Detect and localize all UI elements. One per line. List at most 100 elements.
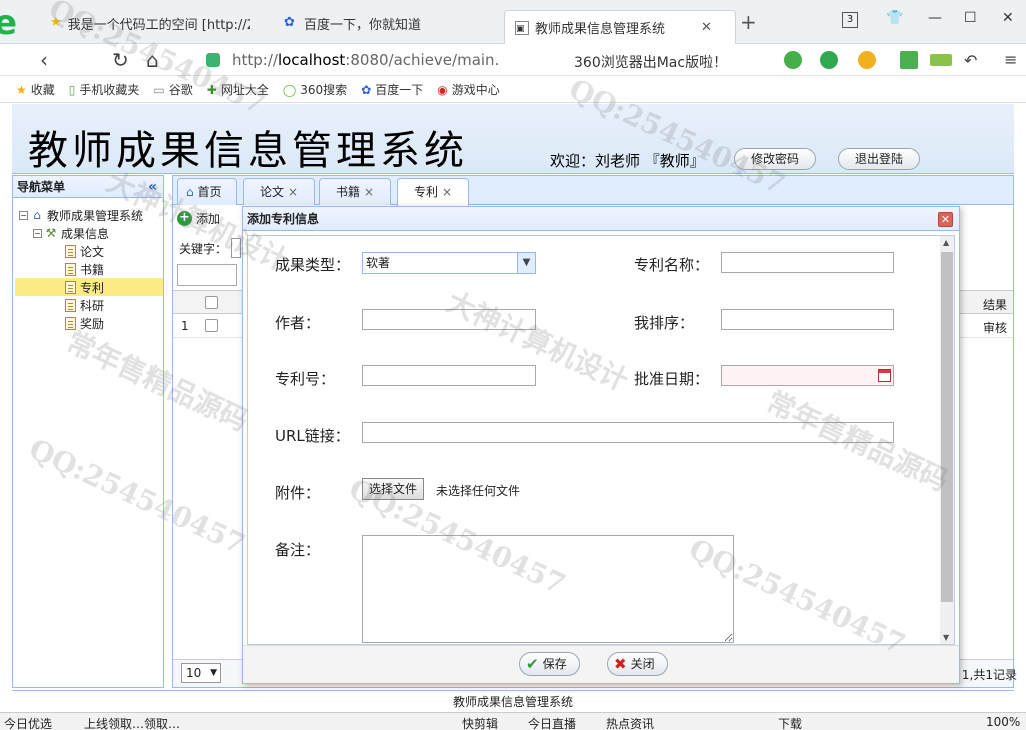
keyword-input[interactable] [231, 238, 241, 258]
maximize-icon[interactable]: ☐ [964, 10, 977, 26]
close-tab-icon[interactable]: × [288, 185, 298, 199]
translate-icon[interactable] [820, 51, 838, 69]
patent-name-field[interactable] [721, 252, 894, 273]
search-field[interactable] [177, 264, 237, 286]
choose-file-button[interactable]: 选择文件 [362, 478, 425, 500]
collapse-icon[interactable]: « [148, 176, 157, 198]
scrollbar-thumb[interactable] [941, 252, 953, 602]
back-icon[interactable]: ‹ [40, 48, 48, 72]
close-button[interactable]: ✖ 关闭 [607, 652, 668, 676]
tab-patents[interactable]: 专利 × [397, 178, 469, 206]
tab-papers[interactable]: 论文 × [243, 178, 315, 205]
dialog-scrollbar[interactable]: ▲ ▼ [940, 236, 954, 644]
bookmark-games[interactable]: ◉ 游戏中心 [437, 81, 500, 98]
nav-item-label: 科研 [80, 298, 105, 313]
save-button[interactable]: ✔ 保存 [519, 652, 580, 676]
tree-toggle-icon[interactable]: − [33, 228, 42, 238]
close-icon[interactable]: ✕ [938, 212, 953, 227]
bookmark-label: 网址大全 [220, 83, 269, 97]
nav-item-patents[interactable]: 专利 [15, 278, 163, 296]
type-value: 软著 [366, 256, 391, 270]
status-item[interactable]: 快剪辑 [462, 715, 498, 730]
approval-date-field[interactable] [721, 365, 894, 386]
shield-money-icon[interactable] [858, 51, 876, 69]
close-button-label: 关闭 [630, 657, 655, 671]
bookmark-baidu[interactable]: ✿ 百度一下 [361, 81, 423, 98]
apps-icon[interactable] [900, 51, 918, 69]
status-item[interactable]: 今日直播 [528, 715, 576, 730]
tab-books[interactable]: 书籍 × [319, 178, 391, 205]
browser-tab-label: 教师成果信息管理系统 [535, 22, 666, 37]
status-promo[interactable]: 今日优选 [4, 715, 52, 730]
save-button-label: 保存 [542, 657, 567, 671]
author-field[interactable] [362, 309, 536, 330]
type-select[interactable]: 软著 ▼ [362, 252, 536, 274]
refresh-icon[interactable]: ↻ [112, 48, 129, 72]
url-host: localhost [277, 51, 346, 69]
close-tab-icon[interactable]: × [364, 185, 374, 199]
bookmark-360-search[interactable]: ◯ 360搜索 [283, 81, 347, 98]
nav-item-awards[interactable]: 奖励 [19, 314, 163, 332]
page-icon: ▭ [153, 82, 165, 97]
patent-number-field[interactable] [362, 365, 536, 386]
change-password-button[interactable]: 修改密码 [734, 148, 817, 170]
bookmark-mobile[interactable]: ▯ 手机收藏夹 [69, 81, 140, 98]
row-checkbox[interactable] [205, 319, 218, 332]
file-status-text: 未选择任何文件 [436, 484, 521, 498]
calendar-icon[interactable] [878, 369, 891, 382]
add-button[interactable]: + 添加 [177, 210, 220, 227]
browser-ad-text[interactable]: 360浏览器出Mac版啦！ [574, 52, 727, 72]
tab-home[interactable]: ⌂ 首页 [177, 178, 237, 205]
bookmark-site-directory[interactable]: ✚ 网址大全 [207, 81, 269, 98]
menu-icon[interactable]: ≡ [1004, 50, 1017, 69]
home-icon: ⌂ [33, 208, 41, 222]
status-news[interactable]: 上线领取…领取… [84, 715, 180, 730]
welcome-text: 欢迎：刘老师 『教师』 [550, 152, 705, 170]
status-item[interactable]: 下载 [778, 715, 802, 730]
tree-group[interactable]: − ⚒ 成果信息 [19, 224, 163, 242]
scroll-down-icon[interactable]: ▼ [943, 633, 949, 642]
undo-icon[interactable]: ↶ [964, 51, 977, 70]
close-window-icon[interactable]: ✕ [1002, 10, 1014, 26]
home-icon: ⌂ [186, 185, 194, 199]
close-tab-icon[interactable]: ✕ [701, 20, 712, 35]
browser-tab-label: 百度一下，你就知道 [304, 17, 422, 33]
browser-tab[interactable]: ✿ 百度一下，你就知道 [274, 8, 494, 38]
browser-tab[interactable]: ★ 我是一个代码工的空间 [http://2… [40, 8, 250, 38]
minimize-icon[interactable]: — [928, 10, 942, 26]
tab-count-badge[interactable]: 3 [842, 12, 858, 28]
bookmark-favorites[interactable]: ★ 收藏 [16, 81, 55, 98]
browser-tab-active[interactable]: ▣ 教师成果信息管理系统 ✕ [504, 10, 736, 44]
nav-item-research[interactable]: 科研 [19, 296, 163, 314]
scroll-up-icon[interactable]: ▲ [943, 238, 949, 247]
keyword-label: 关键字： [179, 242, 228, 256]
phone-icon: ▯ [68, 82, 76, 97]
browser-tab-bar: e ★ 我是一个代码工的空间 [http://2… ✿ 百度一下，你就知道 ▣ … [0, 0, 1026, 44]
zoom-level[interactable]: 100% [986, 715, 1020, 729]
url-field[interactable] [362, 422, 894, 443]
type-label: 成果类型： [275, 256, 351, 274]
bookmarks-bar: ★ 收藏 ▯ 手机收藏夹 ▭ 谷歌 ✚ 网址大全 ◯ 360搜索 ✿ 百度一下 ◉ 游戏中心 [0, 77, 1026, 103]
tree-root[interactable]: − ⌂ 教师成果管理系统 [19, 206, 163, 224]
new-tab-button[interactable]: + [740, 10, 757, 34]
tree-toggle-icon[interactable]: − [19, 210, 28, 220]
battery-icon[interactable] [930, 54, 952, 66]
grid-col-result: 结果 [982, 298, 1007, 312]
nav-item-papers[interactable]: 论文 [19, 242, 163, 260]
nav-item-label: 奖励 [80, 316, 105, 331]
close-tab-icon[interactable]: × [442, 185, 452, 199]
home-icon[interactable]: ⌂ [146, 48, 159, 72]
scissors-icon[interactable] [784, 51, 802, 69]
page-size-value: 10 [186, 666, 202, 680]
page-size-select[interactable]: 10 ▼ [181, 663, 221, 683]
status-item[interactable]: 热点资讯 [606, 715, 654, 730]
nav-item-books[interactable]: 书籍 [19, 260, 163, 278]
document-icon [65, 244, 76, 258]
select-all-checkbox[interactable] [205, 296, 218, 309]
remark-textarea[interactable] [362, 535, 734, 643]
bookmark-google[interactable]: ▭ 谷歌 [153, 81, 192, 98]
rank-field[interactable] [721, 309, 894, 330]
skin-icon[interactable]: 👕 [886, 10, 903, 26]
logout-button[interactable]: 退出登陆 [838, 148, 920, 170]
content-tab-bar: ⌂ 首页 论文 × 书籍 × 专利 × [173, 176, 1013, 206]
